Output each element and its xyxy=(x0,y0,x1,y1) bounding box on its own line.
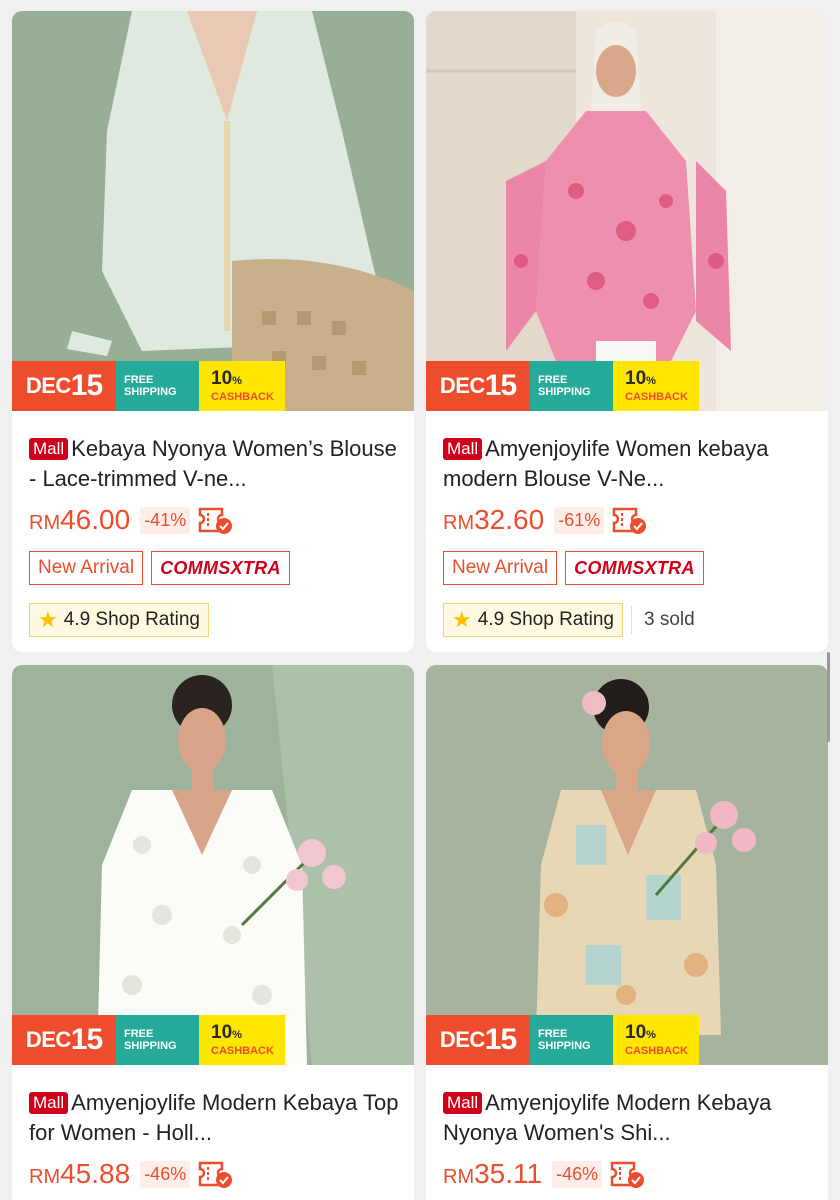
product-title[interactable]: Mall Amyenjoylife Modern Kebaya Top for W… xyxy=(29,1088,400,1148)
shop-rating: ★ 4.9 Shop Rating xyxy=(29,603,209,637)
coupon-check-icon xyxy=(610,1159,646,1189)
price: RM32.60 xyxy=(443,504,545,535)
product-info: Mall Amyenjoylife Modern Kebaya Top for W… xyxy=(29,1088,400,1191)
price-row: RM46.00 -41% xyxy=(29,503,400,537)
product-image[interactable]: DEC 15 FREE SHIPPING 10% CASHBACK xyxy=(426,11,828,411)
scrollbar[interactable] xyxy=(827,652,830,742)
price-row: RM35.11 -46% xyxy=(443,1157,814,1191)
product-info: Mall Kebaya Nyonya Women’s Blouse - Lace-… xyxy=(29,434,400,637)
dec15-badge: DEC 15 xyxy=(426,361,530,411)
coupon-check-icon xyxy=(612,505,648,535)
product-title[interactable]: Mall Kebaya Nyonya Women’s Blouse - Lace-… xyxy=(29,434,400,494)
promo-banner: DEC 15 FREE SHIPPING 10% CASHBACK xyxy=(426,361,699,411)
cashback-badge: 10% CASHBACK xyxy=(199,361,285,411)
product-card[interactable]: DEC 15 FREE SHIPPING 10% CASHBACK Mall Amyen… xyxy=(426,11,828,652)
product-grid: DEC 15 FREE SHIPPING 10% CASHBACK Mall Kebay… xyxy=(0,0,840,1200)
product-image[interactable]: DEC 15 FREE SHIPPING 10% CASHBACK xyxy=(12,11,414,411)
free-shipping-badge: FREE SHIPPING xyxy=(116,361,199,411)
star-icon: ★ xyxy=(38,607,58,632)
free-shipping-badge: FREE SHIPPING xyxy=(530,1015,613,1065)
cashback-badge: 10% CASHBACK xyxy=(199,1015,285,1065)
discount-badge: -46% xyxy=(140,1160,191,1188)
discount-badge: -61% xyxy=(554,506,605,534)
promo-banner: DEC 15 FREE SHIPPING 10% CASHBACK xyxy=(12,1015,285,1065)
promo-banner: DEC 15 FREE SHIPPING 10% CASHBACK xyxy=(426,1015,699,1065)
tag-row: New Arrival COMMSXTRA xyxy=(29,551,400,585)
free-shipping-badge: FREE SHIPPING xyxy=(530,361,613,411)
rating-row: ★ 4.9 Shop Rating 3 sold xyxy=(443,603,814,637)
dec15-badge: DEC 15 xyxy=(12,1015,116,1065)
mall-badge: Mall xyxy=(29,438,69,460)
tag-row: New Arrival COMMSXTRA xyxy=(443,551,814,585)
price-row: RM32.60 -61% xyxy=(443,503,814,537)
star-icon: ★ xyxy=(452,607,472,632)
price-row: RM45.88 -46% xyxy=(29,1157,400,1191)
product-image[interactable]: DEC 15 FREE SHIPPING 10% CASHBACK xyxy=(12,665,414,1065)
new-arrival-tag: New Arrival xyxy=(29,551,144,585)
price: RM45.88 xyxy=(29,1158,131,1189)
rating-row: ★ 4.9 Shop Rating xyxy=(29,603,400,637)
product-title[interactable]: Mall Amyenjoylife Women kebaya modern Blo… xyxy=(443,434,814,494)
free-shipping-badge: FREE SHIPPING xyxy=(116,1015,199,1065)
discount-badge: -41% xyxy=(140,506,191,534)
shop-rating: ★ 4.9 Shop Rating xyxy=(443,603,623,637)
dec15-badge: DEC 15 xyxy=(426,1015,530,1065)
mall-badge: Mall xyxy=(443,438,483,460)
commsxtra-tag: COMMSXTRA xyxy=(565,551,704,585)
product-info: Mall Amyenjoylife Modern Kebaya Nyonya Wo… xyxy=(443,1088,814,1191)
product-info: Mall Amyenjoylife Women kebaya modern Blo… xyxy=(443,434,814,637)
product-title[interactable]: Mall Amyenjoylife Modern Kebaya Nyonya Wo… xyxy=(443,1088,814,1148)
cashback-badge: 10% CASHBACK xyxy=(613,361,699,411)
product-card[interactable]: DEC 15 FREE SHIPPING 10% CASHBACK Mall Amyen… xyxy=(426,665,828,1200)
cashback-badge: 10% CASHBACK xyxy=(613,1015,699,1065)
commsxtra-tag: COMMSXTRA xyxy=(151,551,290,585)
product-card[interactable]: DEC 15 FREE SHIPPING 10% CASHBACK Mall Kebay… xyxy=(12,11,414,652)
discount-badge: -46% xyxy=(552,1160,603,1188)
price: RM35.11 xyxy=(443,1158,543,1189)
coupon-check-icon xyxy=(198,1159,234,1189)
dec15-badge: DEC 15 xyxy=(12,361,116,411)
coupon-check-icon xyxy=(198,505,234,535)
sold-count: 3 sold xyxy=(631,606,695,634)
new-arrival-tag: New Arrival xyxy=(443,551,558,585)
promo-banner: DEC 15 FREE SHIPPING 10% CASHBACK xyxy=(12,361,285,411)
mall-badge: Mall xyxy=(443,1092,483,1114)
product-card[interactable]: DEC 15 FREE SHIPPING 10% CASHBACK Mall Amyen… xyxy=(12,665,414,1200)
mall-badge: Mall xyxy=(29,1092,69,1114)
product-image[interactable]: DEC 15 FREE SHIPPING 10% CASHBACK xyxy=(426,665,828,1065)
price: RM46.00 xyxy=(29,504,131,535)
